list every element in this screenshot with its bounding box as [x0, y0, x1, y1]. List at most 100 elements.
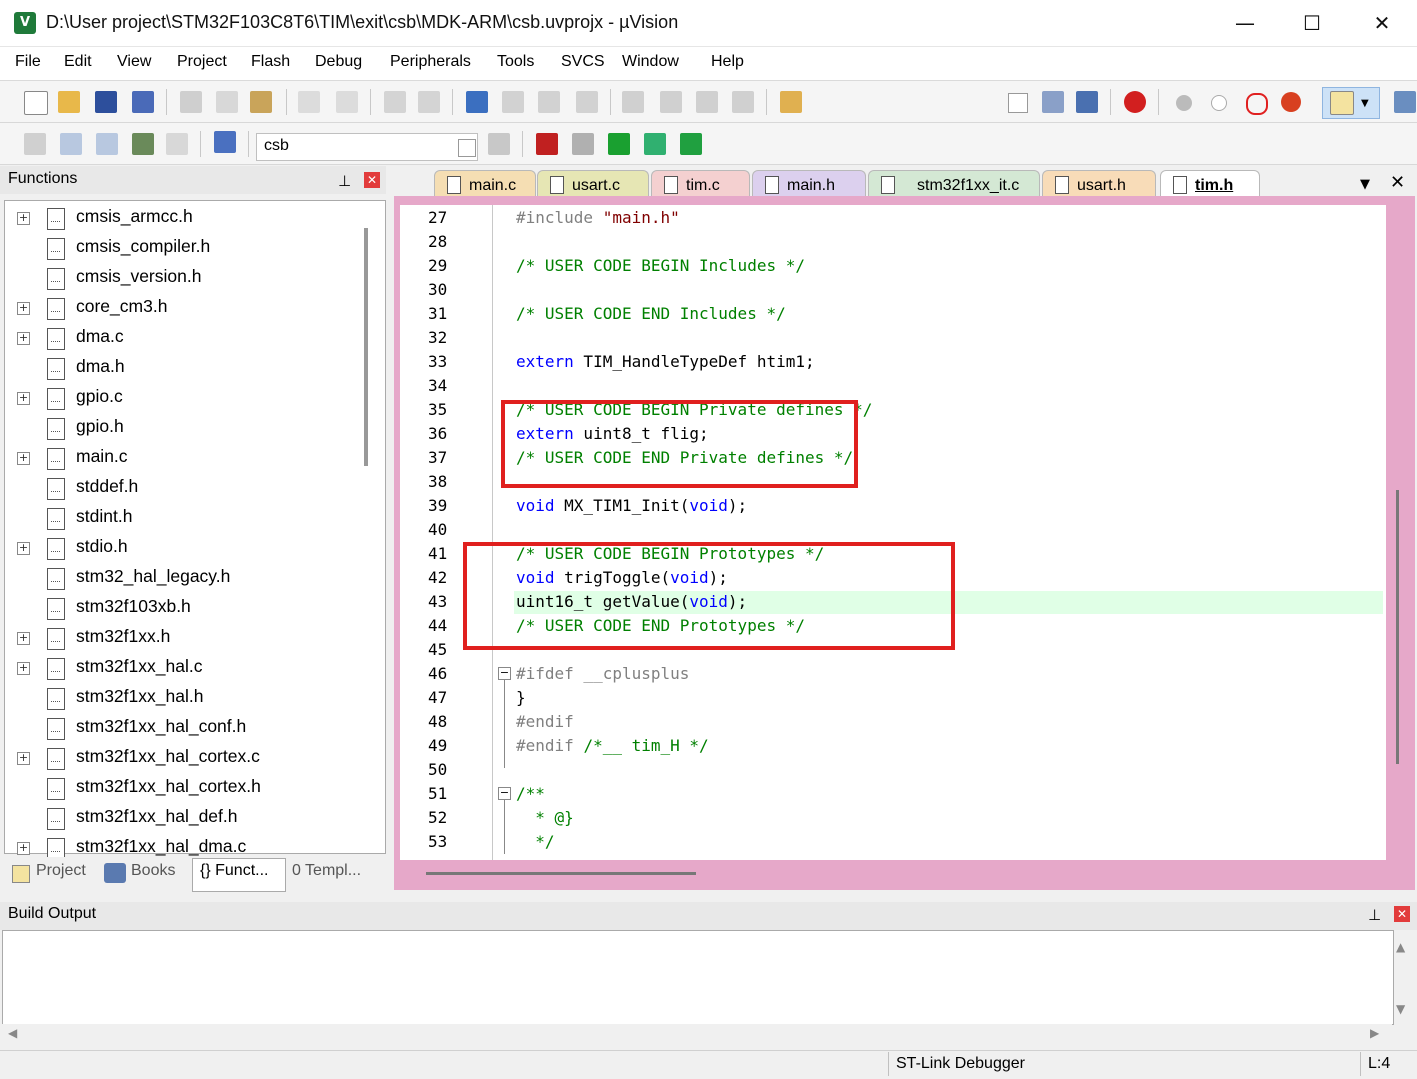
code-line[interactable]: */	[516, 832, 554, 851]
target-dropdown-chevron-icon[interactable]	[458, 139, 476, 157]
tab-project[interactable]: Project	[36, 862, 86, 880]
menu-help[interactable]: Help	[711, 53, 744, 71]
tree-item[interactable]: cmsis_compiler.h	[6, 233, 366, 263]
tab-books[interactable]: Books	[131, 862, 175, 880]
comment-icon[interactable]	[696, 91, 718, 113]
tree-item[interactable]: + stdio.h	[6, 533, 366, 563]
tree-item[interactable]: cmsis_version.h	[6, 263, 366, 293]
next-bookmark-icon[interactable]	[538, 91, 560, 113]
tree-scrollbar[interactable]	[364, 228, 368, 466]
menu-window[interactable]: Window	[622, 53, 679, 71]
editor-vertical-scrollbar[interactable]	[1396, 490, 1399, 764]
code-line[interactable]: extern TIM_HandleTypeDef htim1;	[516, 352, 815, 371]
disable-breakpoints-icon[interactable]	[1246, 93, 1268, 115]
find-in-files-icon[interactable]	[780, 91, 802, 113]
tree-item[interactable]: dma.h	[6, 353, 366, 383]
menu-flash[interactable]: Flash	[251, 53, 290, 71]
tree-item[interactable]: + dma.c	[6, 323, 366, 353]
code-line[interactable]: }	[516, 688, 526, 707]
expand-plus-icon[interactable]: +	[17, 302, 30, 315]
code-line[interactable]: /* USER CODE BEGIN Includes */	[516, 256, 805, 275]
tree-item[interactable]: + cmsis_armcc.h	[6, 203, 366, 233]
configure-wrench-icon[interactable]	[1394, 91, 1416, 113]
menu-tools[interactable]: Tools	[497, 53, 534, 71]
build-icon[interactable]	[60, 133, 82, 155]
pin-icon[interactable]: ⊥	[1368, 906, 1381, 924]
save-all-icon[interactable]	[132, 91, 154, 113]
code-line[interactable]: void MX_TIM1_Init(void);	[516, 496, 747, 515]
uncomment-icon[interactable]	[732, 91, 754, 113]
tree-item[interactable]: stm32f1xx_hal_cortex.h	[6, 773, 366, 803]
fold-toggle-icon[interactable]: −	[498, 787, 511, 800]
open-folder-icon[interactable]	[58, 91, 80, 113]
code-line[interactable]: #ifdef __cplusplus	[516, 664, 689, 683]
undo-icon[interactable]	[298, 91, 320, 113]
tree-item[interactable]: stm32f1xx_hal.h	[6, 683, 366, 713]
target-select[interactable]	[256, 133, 478, 161]
save-icon[interactable]	[95, 91, 117, 113]
translate-icon[interactable]	[24, 133, 46, 155]
navigate-back-icon[interactable]	[384, 91, 406, 113]
prev-bookmark-icon[interactable]	[502, 91, 524, 113]
enable-breakpoint-icon[interactable]	[1211, 95, 1227, 111]
expand-plus-icon[interactable]: +	[17, 212, 30, 225]
pin-icon[interactable]: ⊥	[338, 172, 351, 190]
editor-horizontal-scrollbar[interactable]	[426, 872, 696, 875]
maximize-button[interactable]: ☐	[1289, 8, 1335, 38]
bookmark-icon[interactable]	[466, 91, 488, 113]
code-line[interactable]: * @}	[516, 808, 574, 827]
insert-breakpoint-icon[interactable]	[1176, 95, 1192, 111]
scroll-left-icon[interactable]: ◀	[8, 1026, 17, 1040]
menu-debug[interactable]: Debug	[315, 53, 362, 71]
tab-templates[interactable]: 0 Templ...	[292, 862, 361, 880]
tree-item[interactable]: stm32f1xx_hal_def.h	[6, 803, 366, 833]
tree-item[interactable]: + stm32f1xx_hal_cortex.c	[6, 743, 366, 773]
tab-functions[interactable]: {} Funct...	[200, 862, 268, 880]
tab-list-chevron-down-icon[interactable]: ▼	[1360, 177, 1370, 192]
batch-build-icon[interactable]	[132, 133, 154, 155]
close-build-output-icon[interactable]: ✕	[1394, 906, 1410, 922]
code-line[interactable]: #endif	[516, 712, 574, 731]
scroll-right-icon[interactable]: ▶	[1370, 1026, 1379, 1040]
tree-item[interactable]: + stm32f1xx_hal.c	[6, 653, 366, 683]
scroll-down-icon[interactable]: ▼	[1396, 1002, 1405, 1016]
debug-session-icon[interactable]	[1124, 91, 1146, 113]
tree-item[interactable]: gpio.h	[6, 413, 366, 443]
tree-item[interactable]: + main.c	[6, 443, 366, 473]
paste-icon[interactable]	[250, 91, 272, 113]
clear-bookmarks-icon[interactable]	[576, 91, 598, 113]
expand-plus-icon[interactable]: +	[17, 542, 30, 555]
redo-icon[interactable]	[336, 91, 358, 113]
menu-peripherals[interactable]: Peripherals	[390, 53, 471, 71]
navigate-forward-icon[interactable]	[418, 91, 440, 113]
tree-item[interactable]: stm32f1xx_hal_conf.h	[6, 713, 366, 743]
pack-installer-icon[interactable]	[644, 133, 666, 155]
indent-icon[interactable]	[622, 91, 644, 113]
tree-item[interactable]: + gpio.c	[6, 383, 366, 413]
incremental-find-icon[interactable]	[1076, 91, 1098, 113]
expand-plus-icon[interactable]: +	[17, 752, 30, 765]
minimize-button[interactable]: —	[1222, 8, 1268, 38]
find-dropdown[interactable]	[1008, 93, 1028, 113]
build-output-horizontal-scrollbar[interactable]	[2, 1024, 1392, 1044]
stm32cubemx-icon[interactable]	[680, 133, 702, 155]
find-icon[interactable]	[1042, 91, 1064, 113]
manage-project-items-icon[interactable]	[536, 133, 558, 155]
menu-edit[interactable]: Edit	[64, 53, 92, 71]
tree-item[interactable]: stm32f103xb.h	[6, 593, 366, 623]
tree-item[interactable]: stddef.h	[6, 473, 366, 503]
code-line[interactable]: /**	[516, 784, 545, 803]
expand-plus-icon[interactable]: +	[17, 842, 30, 855]
code-line[interactable]: #endif /*__ tim_H */	[516, 736, 709, 755]
kill-breakpoints-icon[interactable]	[1281, 92, 1301, 112]
manage-rte-icon[interactable]	[608, 133, 630, 155]
tree-item[interactable]: + stm32f1xx.h	[6, 623, 366, 653]
expand-plus-icon[interactable]: +	[17, 332, 30, 345]
menu-project[interactable]: Project	[177, 53, 227, 71]
close-button[interactable]: ✕	[1359, 8, 1405, 38]
tree-item[interactable]: stdint.h	[6, 503, 366, 533]
expand-plus-icon[interactable]: +	[17, 452, 30, 465]
expand-plus-icon[interactable]: +	[17, 632, 30, 645]
fold-toggle-icon[interactable]: −	[498, 667, 511, 680]
menu-svcs[interactable]: SVCS	[561, 53, 605, 71]
